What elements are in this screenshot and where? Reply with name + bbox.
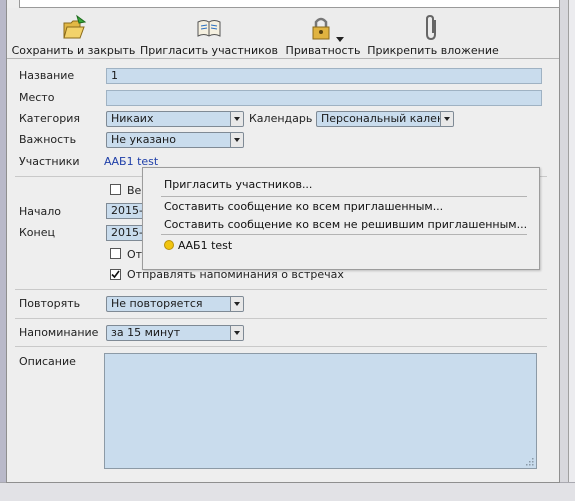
chevron-down-icon: [336, 37, 344, 42]
reminder-value: за 15 минут: [111, 326, 181, 339]
divider: [15, 318, 547, 319]
priority-select[interactable]: Не указано: [106, 132, 244, 148]
menu-invite-attendees[interactable]: Пригласить участников...: [164, 178, 312, 191]
checkmark-icon: [111, 270, 120, 279]
partial-checkbox-label: От: [127, 248, 143, 261]
save-close-label: Сохранить и закрыть: [11, 44, 136, 57]
attendee-popup-menu: Пригласить участников... Составить сообщ…: [142, 167, 540, 270]
end-label: Конец: [19, 226, 55, 239]
priority-value: Не указано: [111, 133, 176, 146]
chevron-down-icon: [440, 112, 453, 126]
privacy-label: Приватность: [285, 44, 361, 57]
menu-separator: [161, 234, 527, 235]
partial-checkbox[interactable]: [110, 248, 121, 259]
chevron-down-icon: [230, 326, 243, 340]
all-day-partial-label: Ве: [127, 184, 142, 197]
reminder-label: Напоминание: [19, 326, 99, 339]
attach-label: Прикрепить вложение: [367, 44, 499, 57]
resize-grip-icon[interactable]: [524, 456, 534, 466]
dialog-title-strip: [19, 0, 560, 8]
background-window-bottom: [0, 482, 575, 501]
invite-attendees-label: Пригласить участников: [140, 44, 278, 57]
divider: [15, 346, 547, 347]
description-label: Описание: [19, 355, 76, 368]
all-day-checkbox[interactable]: [110, 184, 121, 195]
calendar-select[interactable]: Персональный кален: [316, 111, 454, 127]
repeat-select[interactable]: Не повторяется: [106, 296, 244, 312]
address-book-icon: [197, 20, 221, 37]
menu-compose-undecided[interactable]: Составить сообщение ко всем не решившим …: [164, 218, 527, 231]
invite-attendees-button[interactable]: Пригласить участников: [139, 12, 279, 57]
reminder-select[interactable]: за 15 минут: [106, 325, 244, 341]
toolbar: Сохранить и закрыть Пригласить участнико…: [7, 8, 559, 59]
save-folder-icon: [63, 14, 87, 39]
background-scrollbar: [568, 0, 575, 500]
menu-attendee-item[interactable]: ААБ1 test: [164, 239, 232, 252]
menu-compose-all[interactable]: Составить сообщение ко всем приглашенным…: [164, 200, 443, 213]
category-select[interactable]: Никаих: [106, 111, 244, 127]
divider: [15, 289, 547, 290]
menu-attendee-name: ААБ1 test: [178, 239, 233, 252]
menu-separator: [161, 196, 527, 197]
start-label: Начало: [19, 205, 62, 218]
attendees-label: Участники: [19, 155, 80, 168]
save-close-button[interactable]: Сохранить и закрыть: [11, 12, 136, 57]
calendar-label: Календарь: [249, 112, 313, 125]
title-label: Название: [19, 69, 75, 82]
calendar-value: Персональный кален: [321, 112, 445, 125]
send-reminders-checkbox[interactable]: [110, 269, 121, 280]
privacy-button[interactable]: Приватность: [283, 12, 363, 57]
description-textarea[interactable]: [104, 353, 537, 469]
paperclip-icon: [426, 14, 436, 41]
title-input[interactable]: 1: [106, 68, 542, 84]
padlock-icon: [312, 17, 330, 40]
chevron-down-icon: [230, 112, 243, 126]
repeat-value: Не повторяется: [111, 297, 203, 310]
chevron-down-icon: [230, 297, 243, 311]
category-value: Никаих: [111, 112, 154, 125]
attach-button[interactable]: Прикрепить вложение: [367, 12, 499, 57]
chevron-down-icon: [230, 133, 243, 147]
repeat-label: Повторять: [19, 297, 81, 310]
category-label: Категория: [19, 112, 80, 125]
attendee-status-icon: [164, 240, 174, 250]
location-label: Место: [19, 91, 55, 104]
priority-label: Важность: [19, 133, 77, 146]
location-input[interactable]: [106, 90, 542, 106]
